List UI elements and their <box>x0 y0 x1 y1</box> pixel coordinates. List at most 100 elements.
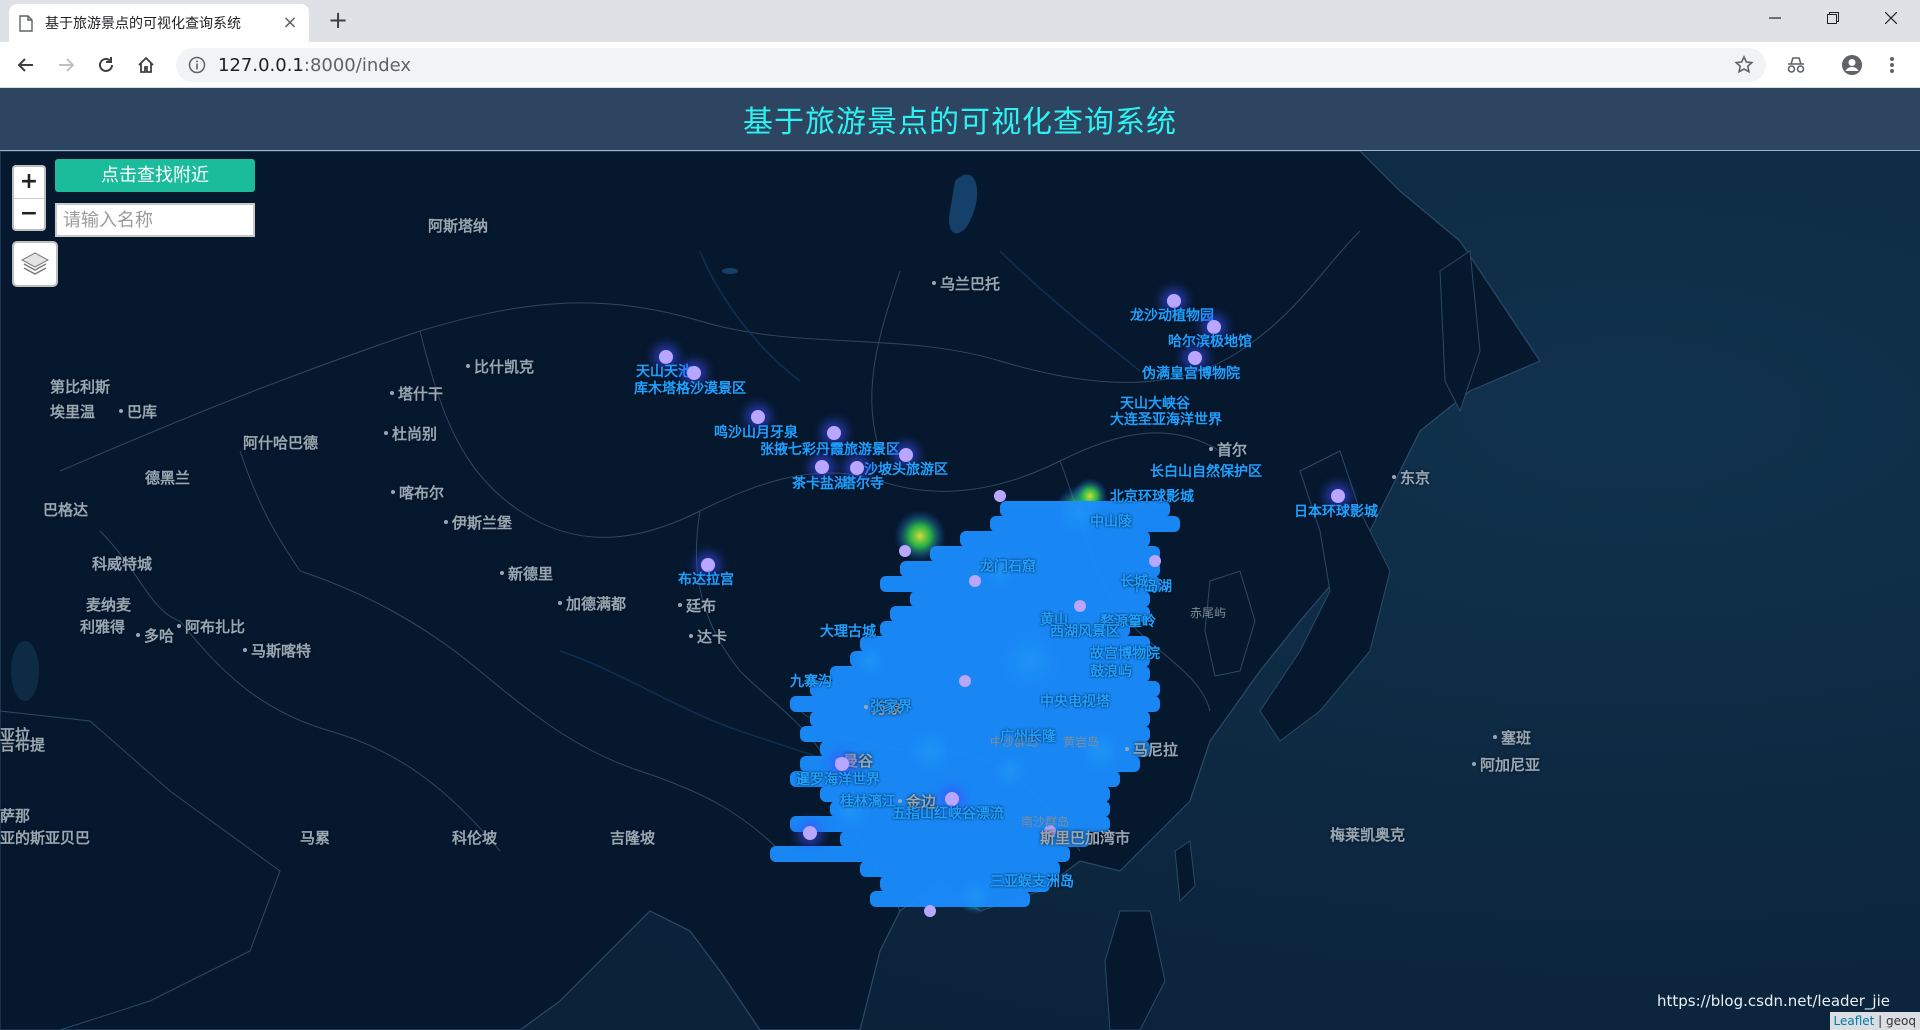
page-icon <box>19 14 33 32</box>
map-view[interactable]: 阿斯塔纳 乌兰巴托 比什凯克 塔什干 第比利斯 埃里温 巴库 阿什哈巴德 杜尚别… <box>0 151 1920 1030</box>
poi-label[interactable]: 西湖风景区 <box>1050 621 1120 641</box>
map-place-label: 喀布尔 <box>390 484 445 502</box>
poi-marker[interactable] <box>827 426 841 440</box>
map-sea-label: 黄岩岛 <box>1063 735 1100 749</box>
poi-label[interactable]: 大连圣亚海洋世界 <box>1110 409 1222 429</box>
map-place-label: 比什凯克 <box>465 358 535 376</box>
poi-marker[interactable] <box>803 826 817 840</box>
name-search-input[interactable] <box>55 203 255 237</box>
page-title: 基于旅游景点的可视化查询系统 <box>743 105 1177 140</box>
poi-label[interactable]: 中央电视塔 <box>1040 691 1110 711</box>
layers-icon <box>20 252 50 275</box>
map-place-label: 达卡 <box>688 628 728 646</box>
poi-label[interactable]: 大理古城 <box>820 621 876 641</box>
map-place-label: 萨那 <box>0 807 31 825</box>
layers-toggle-button[interactable] <box>12 241 58 287</box>
poi-label[interactable]: 长白山自然保护区 <box>1150 461 1262 481</box>
poi-label[interactable]: 张掖七彩丹霞旅游景区 <box>760 439 900 459</box>
restore-icon[interactable] <box>1810 0 1856 36</box>
page-header: 基于旅游景点的可视化查询系统 <box>0 88 1920 151</box>
map-place-label: 马斯喀特 <box>242 642 312 660</box>
poi-label[interactable]: 日本环球影城 <box>1294 501 1378 521</box>
map-place-label: 多哈 <box>135 627 175 645</box>
url-text[interactable]: 127.0.0.1:8000/index <box>218 55 411 76</box>
poi-label[interactable]: 五指山红峡谷漂流 <box>892 803 1004 823</box>
map-place-label: 加德满都 <box>557 595 627 613</box>
poi-label[interactable]: 库木塔格沙漠景区 <box>634 378 746 398</box>
poi-label[interactable]: 中山陵 <box>1090 511 1132 531</box>
poi-label[interactable]: 龙沙动植物园 <box>1130 305 1214 325</box>
poi-label[interactable]: 故宫博物院 <box>1090 643 1160 663</box>
poi-label[interactable]: 广州长隆 <box>1000 726 1056 746</box>
map-place-label: 亚拉 <box>0 726 31 744</box>
close-tab-icon[interactable]: × <box>281 14 299 32</box>
map-place-label: 阿加尼亚 <box>1471 756 1541 774</box>
poi-label[interactable]: 长城 <box>1120 571 1148 591</box>
poi-label[interactable]: 哈尔滨极地馆 <box>1168 331 1252 351</box>
map-place-label: 埃里温 <box>50 403 96 421</box>
poi-label[interactable]: 龙门石窟 <box>980 556 1036 576</box>
map-place-label: 科伦坡 <box>452 829 498 847</box>
address-bar[interactable]: 127.0.0.1:8000/index <box>176 48 1766 82</box>
home-icon[interactable] <box>132 51 160 79</box>
leaflet-link[interactable]: Leaflet <box>1834 1014 1875 1028</box>
profile-icon[interactable] <box>1840 53 1864 77</box>
menu-kebab-icon[interactable] <box>1880 53 1904 77</box>
map-place-label: 阿什哈巴德 <box>243 434 319 452</box>
forward-icon[interactable] <box>52 51 80 79</box>
zoom-control: + − <box>12 165 46 231</box>
poi-label[interactable]: 暹罗海洋世界 <box>796 769 880 789</box>
map-place-label: 首尔 <box>1208 441 1248 459</box>
browser-window: 基于旅游景点的可视化查询系统 × + 127.0.0.1:8000/index … <box>0 0 1920 1030</box>
map-place-label: 杜尚别 <box>383 425 438 443</box>
map-place-label: 梅莱凯奥克 <box>1330 826 1406 844</box>
tab-strip: 基于旅游景点的可视化查询系统 × + <box>0 0 1920 42</box>
map-attribution: Leaflet | geoq <box>1829 1012 1920 1030</box>
watermark-text: https://blog.csdn.net/leader_jie <box>1656 992 1890 1010</box>
poi-label[interactable]: 北京环球影城 <box>1110 486 1194 506</box>
map-place-label: 巴库 <box>118 403 158 421</box>
poi-label[interactable]: 塔尔寺 <box>842 473 884 493</box>
map-place-label: 廷布 <box>677 597 717 615</box>
poi-label[interactable]: 九寨沟 <box>790 671 832 691</box>
map-place-label: 科威特城 <box>92 555 153 573</box>
poi-label[interactable]: 伪满皇宫博物院 <box>1142 363 1240 383</box>
new-tab-button[interactable]: + <box>326 8 350 33</box>
poi-label[interactable]: 张家界 <box>870 696 912 716</box>
map-place-label: 德黑兰 <box>145 469 191 487</box>
map-place-label: 巴格达 <box>43 501 89 519</box>
find-nearby-button[interactable]: 点击查找附近 <box>55 159 255 192</box>
poi-label[interactable]: 鼓浪屿 <box>1090 661 1132 681</box>
back-icon[interactable] <box>12 51 40 79</box>
map-place-label: 亚的斯亚贝巴 <box>0 829 91 847</box>
map-place-label: 麦纳麦 <box>86 596 132 614</box>
tile-provider-text: geoq <box>1886 1014 1916 1028</box>
bookmark-star-icon[interactable] <box>1734 55 1754 75</box>
map-place-label: 东京 <box>1391 469 1431 487</box>
incognito-extension-icon[interactable] <box>1784 53 1808 77</box>
map-place-label: 利雅得 <box>80 618 126 636</box>
map-place-label: 新德里 <box>499 565 554 583</box>
poi-label[interactable]: 三亚蜈支洲岛 <box>990 871 1074 891</box>
map-place-label: 塞班 <box>1492 729 1532 747</box>
poi-label[interactable]: 茶卡盐湖 <box>792 473 848 493</box>
zoom-in-button[interactable]: + <box>14 167 44 199</box>
tab-title: 基于旅游景点的可视化查询系统 <box>45 16 241 32</box>
browser-tab[interactable]: 基于旅游景点的可视化查询系统 × <box>9 4 309 42</box>
map-place-label: 伊斯兰堡 <box>443 514 513 532</box>
map-place-label: 第比利斯 <box>50 378 111 396</box>
poi-label[interactable]: 桂林漓江 <box>840 791 896 811</box>
browser-toolbar: 127.0.0.1:8000/index <box>0 42 1920 88</box>
minimize-icon[interactable] <box>1752 0 1798 36</box>
map-place-label: 乌兰巴托 <box>931 275 1001 293</box>
map-place-label: 马尼拉 <box>1124 741 1179 759</box>
map-place-label: 阿布扎比 <box>176 618 246 636</box>
reload-icon[interactable] <box>92 51 120 79</box>
zoom-out-button[interactable]: − <box>14 199 44 229</box>
poi-marker[interactable] <box>815 460 829 474</box>
info-icon[interactable] <box>188 56 206 74</box>
map-place-label: 阿斯塔纳 <box>428 217 489 235</box>
close-window-icon[interactable] <box>1868 0 1914 36</box>
poi-label[interactable]: 布达拉宫 <box>678 569 734 589</box>
map-place-label: 吉隆坡 <box>610 829 656 847</box>
